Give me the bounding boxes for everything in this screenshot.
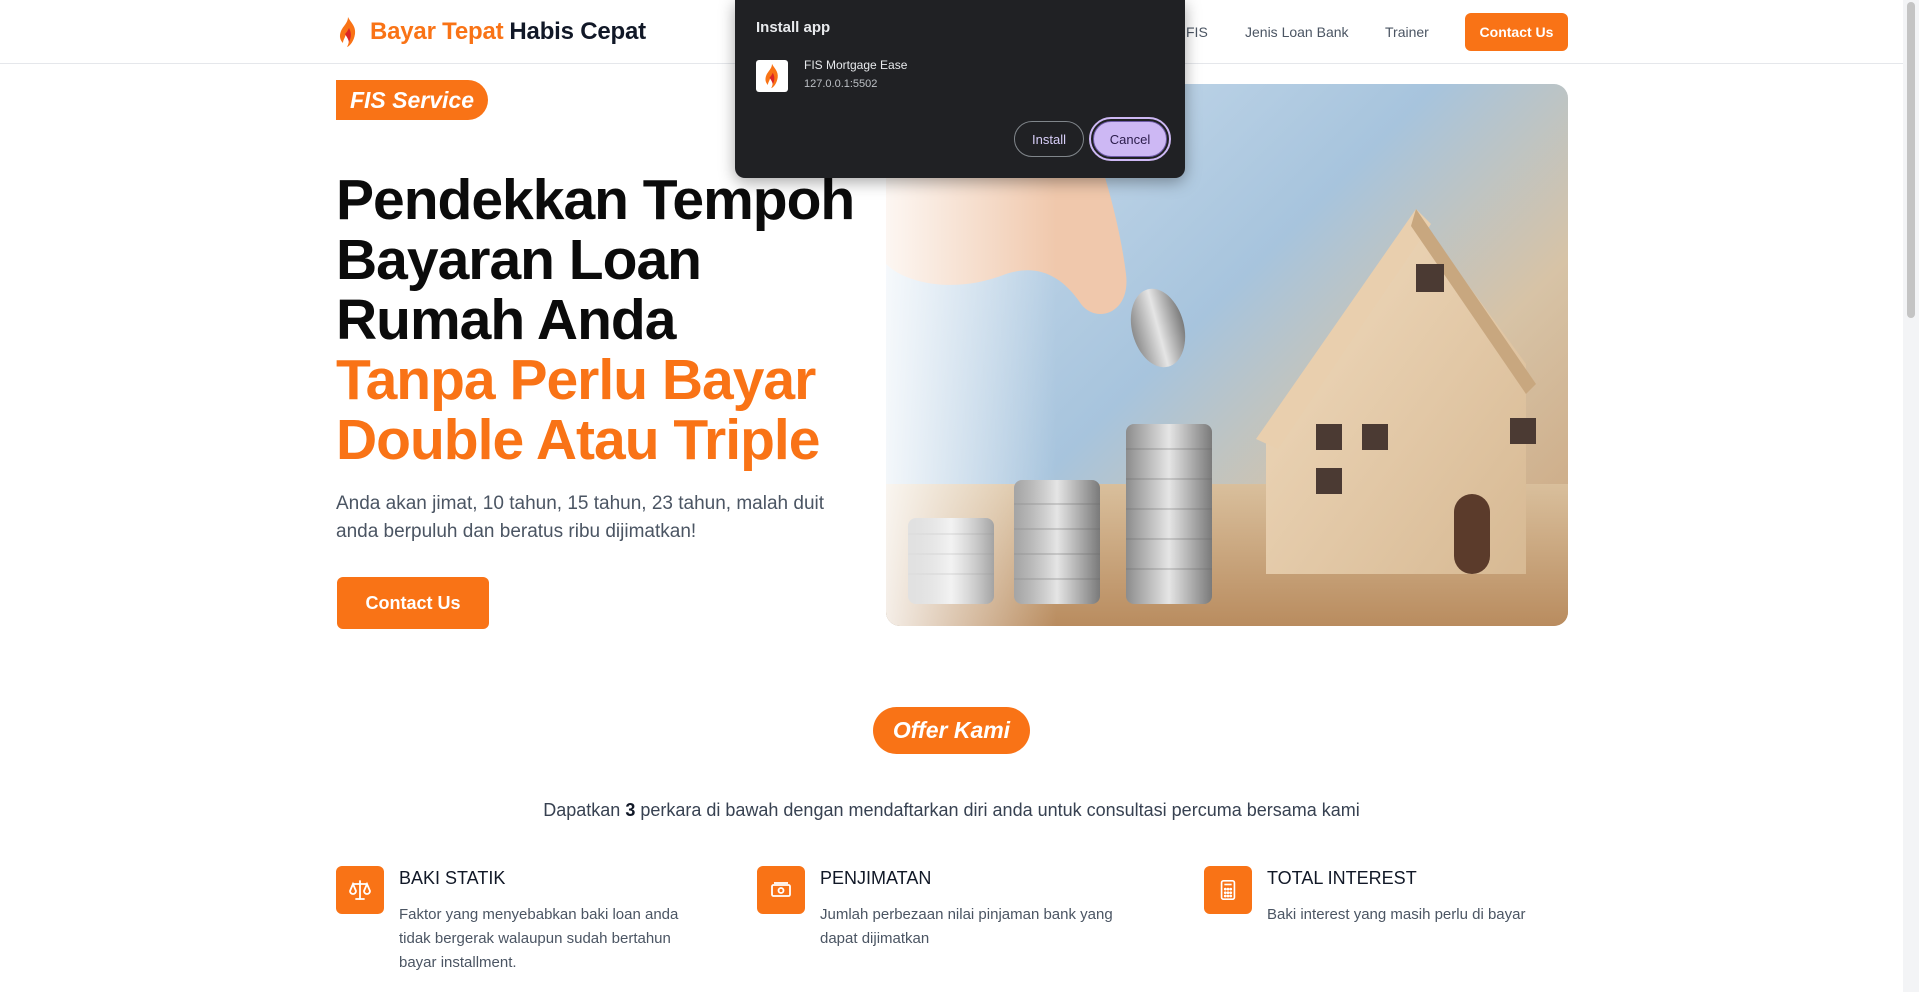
nav-link-jenis-loan-bank[interactable]: Jenis Loan Bank	[1245, 24, 1349, 40]
app-flame-icon	[756, 60, 788, 92]
hero-title-line: Rumah Anda	[336, 288, 676, 352]
calculator-icon	[1204, 866, 1252, 914]
feature-title: TOTAL INTEREST	[1267, 868, 1417, 888]
offer-count: 3	[625, 800, 636, 820]
offer-subtitle-text: perkara di bawah dengan mendaftarkan dir…	[635, 800, 1360, 820]
dialog-title: Install app	[756, 19, 831, 36]
feature-description: Baki interest yang masih perlu di bayar	[1267, 906, 1526, 923]
vertical-scrollbar[interactable]	[1903, 0, 1919, 992]
offer-subtitle-text: Dapatkan	[543, 800, 626, 820]
cancel-button[interactable]: Cancel	[1089, 117, 1171, 161]
feature-description: Faktor yang menyebabkan baki loan anda t…	[399, 906, 679, 971]
feature-title: BAKI STATIK	[399, 868, 506, 888]
install-app-dialog: Install app FIS Mortgage Ease 127.0.0.1:…	[735, 0, 1185, 178]
hero-contact-button[interactable]: Contact Us	[337, 577, 489, 629]
hero-title-highlight: Tanpa Perlu Bayar	[336, 348, 816, 412]
feature-title: PENJIMATAN	[820, 868, 932, 888]
scrollbar-thumb[interactable]	[1907, 2, 1915, 318]
flame-icon	[339, 17, 356, 47]
brand-name-dark: Habis Cepat	[509, 18, 646, 45]
feature-description: Jumlah perbezaan nilai pinjaman bank yan…	[820, 906, 1113, 947]
nav-contact-button[interactable]: Contact Us	[1465, 13, 1568, 51]
brand[interactable]: Bayar Tepat Habis Cepat	[336, 16, 646, 48]
nav-link-trainer[interactable]: Trainer	[1385, 24, 1429, 40]
service-badge: FIS Service	[336, 80, 488, 120]
hero-title-line: Pendekkan Tempoh	[336, 168, 855, 232]
hero-title-highlight: Double Atau Triple	[336, 408, 820, 472]
scale-icon	[336, 866, 384, 914]
offer-subtitle: Dapatkan 3 perkara di bawah dengan menda…	[0, 800, 1903, 821]
hero-subtitle: Anda akan jimat, 10 tahun, 15 tahun, 23 …	[336, 493, 825, 542]
hero-title: Pendekkan Tempoh Bayaran Loan Rumah Anda…	[336, 170, 896, 470]
nav-link-fis[interactable]: FIS	[1186, 24, 1208, 40]
money-icon	[757, 866, 805, 914]
install-button[interactable]: Install	[1014, 121, 1084, 157]
offer-badge: Offer Kami	[873, 707, 1030, 754]
app-url: 127.0.0.1:5502	[804, 78, 878, 90]
brand-name-orange: Bayar Tepat	[370, 18, 504, 45]
app-name: FIS Mortgage Ease	[804, 58, 908, 72]
hero-title-line: Bayaran Loan	[336, 228, 702, 292]
